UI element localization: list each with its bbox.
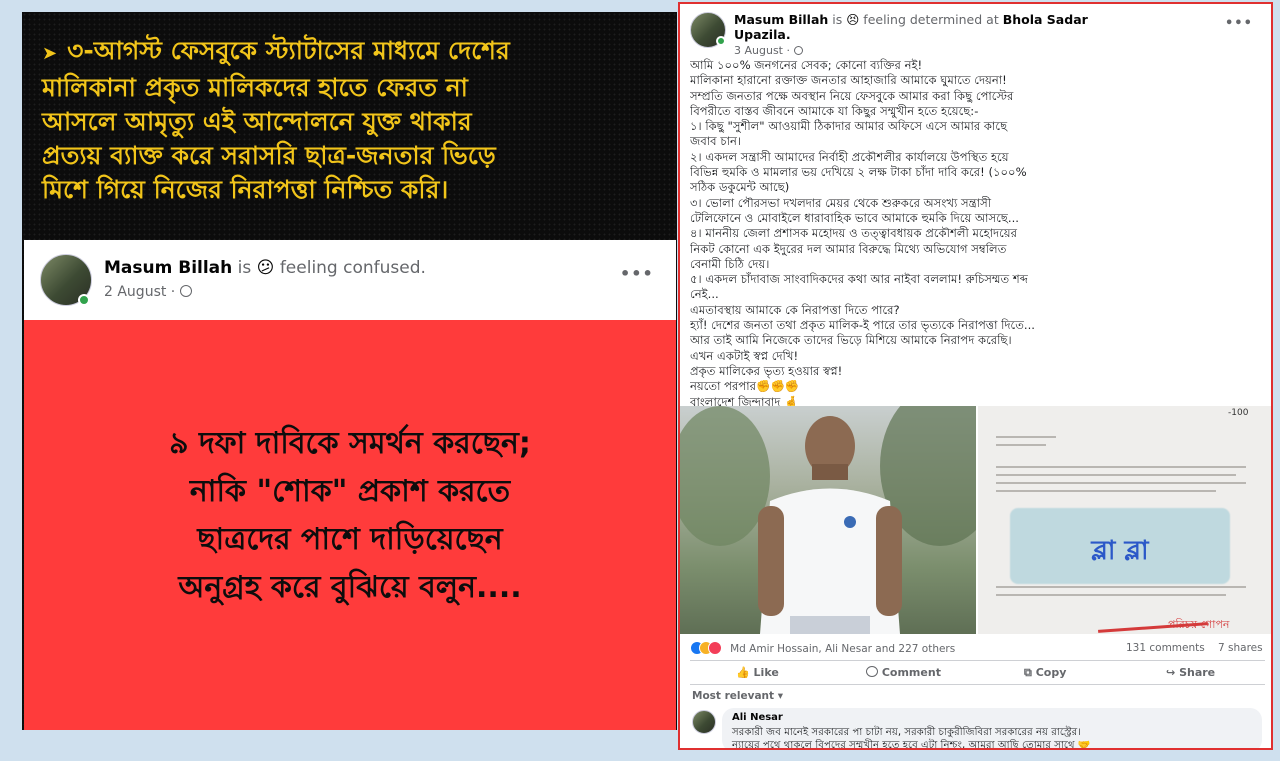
red-text-line: নাকি "শোক" প্রকাশ করতে [189,474,511,509]
person-photo[interactable] [680,406,976,634]
share-arrow-icon: ↪ [1166,666,1176,679]
like-button[interactable]: 👍 Like [736,666,779,679]
left-post-header: Masum Billah is 😕 feeling confused. 2 Au… [24,240,676,320]
headline-line: মিশে গিয়ে নিজের নিরাপত্তা নিশ্চিত করি। [42,175,449,204]
author-name[interactable]: Masum Billah [104,258,232,278]
red-text-line: ছাত্রদের পাশে দাড়িয়েছেন [197,522,503,557]
post-meta: 3 August · [734,44,803,57]
comment-bubble-icon [866,666,878,677]
more-options-icon[interactable]: ••• [620,264,654,283]
love-reaction-icon [708,641,722,655]
feeling-emoji-icon: 😣 [846,12,860,27]
shares-count[interactable]: 7 shares [1218,642,1263,654]
comment-sort-dropdown[interactable]: Most relevant ▾ [692,690,783,702]
post-date[interactable]: 3 August [734,44,783,57]
comment-bubble: Ali Nesar সরকারী জব মানেই সরকারের পা চাট… [722,708,1262,750]
more-options-icon[interactable]: ••• [1225,16,1253,31]
globe-icon [793,46,803,55]
copy-icon: ⧉ [1024,666,1032,679]
place-name[interactable]: Bhola Sadar [1003,12,1088,27]
right-post-screenshot: Masum Billah is 😣 feeling determined at … [678,2,1273,750]
place-name-cont[interactable]: Upazila. [734,27,791,42]
headline-line: প্রত্যয় ব্যাক্ত করে সরাসরি ছাত্র-জনতার … [42,141,496,170]
feeling-text: feeling determined at [863,12,999,27]
post-date[interactable]: 2 August [104,284,166,300]
post-meta: 2 August · [104,284,192,300]
arrow-bullet-icon: ➤ [42,43,58,64]
comment-text-line: ন্যায়ের পথে থাকলে বিপদের সম্মুখীন হতে হ… [732,740,1091,750]
headline-line: ➤ ৩-আগস্ট ফেসবুকে স্ট্যাটাসের মাধ্যমে দেশ… [42,36,510,65]
commenter-avatar[interactable] [692,710,716,734]
red-text-line: অনুগ্রহ করে বুঝিয়ে বলুন.... [178,570,522,605]
left-composite-panel: ➤ ৩-আগস্ট ফেসবুকে স্ট্যাটাসের মাধ্যমে দেশ… [22,12,677,730]
comment-author[interactable]: Ali Nesar [732,712,783,723]
post-author-line: Masum Billah is 😕 feeling confused. [104,258,426,278]
headline-line: আসলে আমৃত্যু এই আন্দোলনে যুক্ত থাকার [42,107,472,136]
reactions-names: Md Amir Hossain, Ali Nesar and 227 other… [730,643,956,655]
reactions-summary[interactable]: Md Amir Hossain, Ali Nesar and 227 other… [690,640,955,659]
red-card-text: ৯ দফা দাবিকে সমর্থন করছেন; নাকি "শোক" প্… [24,420,676,612]
author-name[interactable]: Masum Billah [734,12,828,27]
comment-button[interactable]: Comment [866,666,941,679]
post-author-line: Masum Billah is 😣 feeling determined at … [734,12,1088,42]
chevron-down-icon: ▾ [777,690,783,702]
doc-corner-number: -100 [1228,408,1249,418]
copy-button[interactable]: ⧉ Copy [1024,666,1066,680]
comments-count[interactable]: 131 comments [1126,642,1205,654]
share-button[interactable]: ↪ Share [1166,666,1215,679]
thumbs-up-icon: 👍 [736,666,750,679]
red-text-line: ৯ দফা দাবিকে সমর্থন করছেন; [169,426,531,461]
globe-icon [179,285,192,297]
headline-line: মালিকানা প্রকৃত মালিকদের হাতে ফেরত না [42,73,468,102]
feeling-text: feeling confused. [279,258,426,278]
online-status-icon [716,36,726,46]
headline-block: ➤ ৩-আগস্ট ফেসবুকে স্ট্যাটাসের মাধ্যমে দেশ… [42,34,642,207]
left-post-card: Masum Billah is 😕 feeling confused. 2 Au… [24,240,676,730]
doc-overlay-text: ব্লা ব্লা [1091,536,1149,566]
online-status-icon [78,294,90,306]
post-body-text: আমি ১০০% জনগনের সেবক; কোনো ব্যক্তির নই! … [690,58,1035,409]
feeling-emoji-icon: 😕 [256,258,275,278]
document-photo[interactable]: -100 ব্লা ব্লা পরিচয় গোপন [978,406,1271,634]
divider [690,660,1265,661]
person-figure-image [680,406,976,634]
divider [690,684,1265,685]
